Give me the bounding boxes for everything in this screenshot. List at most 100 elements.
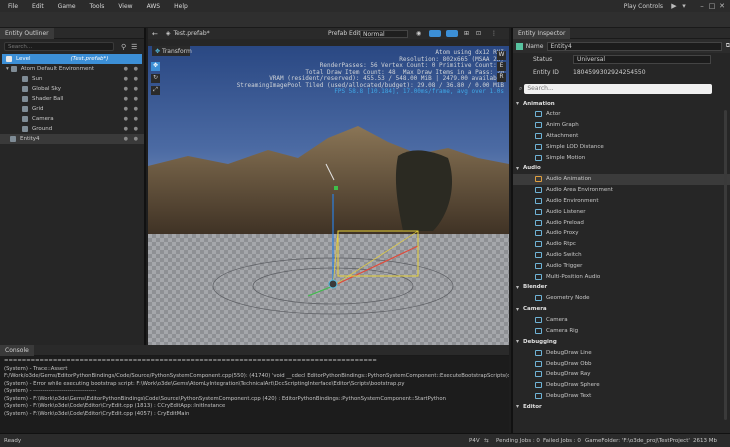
lock-icon[interactable]: ● — [134, 66, 138, 72]
world-space-button[interactable]: W — [497, 51, 506, 60]
toggle-icon-2[interactable] — [446, 30, 458, 37]
outliner-row-atom-default-environment[interactable]: ▾ Atom Default Environment ● ● — [0, 64, 144, 74]
outliner-row-shader-ball[interactable]: Shader Ball ● ● — [0, 94, 144, 104]
component-audio-rtpc[interactable]: Audio Rtpc — [513, 239, 730, 250]
component-camera[interactable]: Camera — [513, 315, 730, 326]
name-input[interactable]: Entity4 — [547, 41, 722, 51]
component-anim-graph[interactable]: Anim Graph — [513, 120, 730, 131]
visibility-icon[interactable]: ● — [124, 126, 128, 132]
outliner-row-sun[interactable]: Sun ● ● — [0, 74, 144, 84]
play-icon[interactable]: ▶ — [669, 1, 679, 11]
visibility-icon[interactable]: ● — [124, 136, 128, 142]
outliner-options-icon[interactable]: ☰ — [131, 43, 137, 51]
camera-icon[interactable]: ◉ — [416, 30, 421, 37]
filter-icon[interactable]: ⚲ — [121, 43, 126, 51]
outliner-row-entity4[interactable]: Entity4 ● ● — [0, 134, 144, 144]
toggle-icon-1[interactable] — [429, 30, 441, 37]
lock-icon[interactable]: ● — [134, 136, 138, 142]
component-geometry-node[interactable]: Geometry Node — [513, 293, 730, 304]
viewport-3d-scene[interactable]: Atom using dx12 RHI Resolution: 802x665 … — [148, 46, 509, 345]
category-editor[interactable]: Editor — [513, 401, 730, 412]
reset-button[interactable]: R — [497, 73, 506, 82]
p4v-status[interactable]: P4V — [469, 438, 480, 444]
outliner-row-global-sky[interactable]: Global Sky ● ● — [0, 84, 144, 94]
component-icon — [535, 187, 542, 194]
component-search-input[interactable]: Search... — [524, 84, 713, 94]
transform-mode-button[interactable]: ✥ Transform — [152, 46, 192, 56]
viewport-options-icon[interactable]: ⋮ — [491, 30, 497, 37]
menu-help[interactable]: Help — [174, 3, 188, 10]
component-audio-preload[interactable]: Audio Preload — [513, 217, 730, 228]
entity-space-button[interactable]: E — [497, 62, 506, 71]
pending-jobs[interactable]: Pending Jobs : 0 — [496, 438, 540, 444]
menu-aws[interactable]: AWS — [147, 3, 161, 10]
component-audio-animation[interactable]: Audio Animation — [513, 173, 730, 185]
menu-file[interactable]: File — [8, 3, 18, 10]
component-audio-switch[interactable]: Audio Switch — [513, 250, 730, 261]
status-select[interactable]: Universal — [573, 55, 711, 64]
entity-outliner-title[interactable]: Entity Outliner — [0, 27, 54, 39]
component-multi-position-audio[interactable]: Multi-Position Audio — [513, 271, 730, 282]
lock-icon[interactable]: ● — [134, 106, 138, 112]
component-list-scrollbar[interactable] — [724, 110, 727, 420]
back-arrow-icon[interactable]: ← — [152, 30, 158, 38]
category-animation[interactable]: Animation — [513, 98, 730, 109]
component-simple-lod-distance[interactable]: Simple LOD Distance — [513, 141, 730, 152]
menu-game[interactable]: Game — [58, 3, 76, 10]
component-debugdraw-ray[interactable]: DebugDraw Ray — [513, 369, 730, 380]
outliner-row-label: Atom Default Environment — [20, 66, 95, 72]
visibility-icon[interactable]: ● — [124, 86, 128, 92]
expand-arrow-icon[interactable]: ▾ — [6, 66, 9, 72]
visibility-icon[interactable]: ● — [124, 66, 128, 72]
visibility-icon[interactable]: ● — [124, 96, 128, 102]
component-debugdraw-obb[interactable]: DebugDraw Obb — [513, 358, 730, 369]
category-debugging[interactable]: Debugging — [513, 336, 730, 347]
snap-icon[interactable]: ⊡ — [476, 30, 481, 37]
category-camera[interactable]: Camera — [513, 304, 730, 315]
lock-icon[interactable]: ● — [134, 96, 138, 102]
prefab-edit-select[interactable]: Normal — [360, 29, 408, 38]
component-audio-proxy[interactable]: Audio Proxy — [513, 228, 730, 239]
pin-icon[interactable]: ⧉ — [726, 42, 730, 50]
component-simple-motion[interactable]: Simple Motion — [513, 152, 730, 163]
lock-icon[interactable]: ● — [134, 126, 138, 132]
component-audio-listener[interactable]: Audio Listener — [513, 206, 730, 217]
outliner-search-input[interactable]: Search... — [4, 42, 114, 51]
menu-view[interactable]: View — [118, 3, 132, 10]
component-debugdraw-line[interactable]: DebugDraw Line — [513, 347, 730, 358]
visibility-icon[interactable]: ● — [124, 106, 128, 112]
lock-icon[interactable]: ● — [134, 76, 138, 82]
lock-icon[interactable]: ● — [134, 86, 138, 92]
viewport-tab-label[interactable]: Test.prefab* — [174, 30, 210, 37]
menu-edit[interactable]: Edit — [32, 3, 44, 10]
visibility-icon[interactable]: ● — [124, 116, 128, 122]
component-audio-trigger[interactable]: Audio Trigger — [513, 260, 730, 271]
component-attachment[interactable]: Attachment — [513, 131, 730, 142]
category-blender[interactable]: Blender — [513, 282, 730, 293]
visibility-icon[interactable]: ● — [124, 76, 128, 82]
component-audio-environment[interactable]: Audio Environment — [513, 196, 730, 207]
outliner-row-grid[interactable]: Grid ● ● — [0, 104, 144, 114]
category-audio[interactable]: Audio — [513, 163, 730, 174]
component-actor[interactable]: Actor — [513, 109, 730, 120]
level-row[interactable]: Level (Test.prefab*) — [2, 54, 142, 64]
component-camera-rig[interactable]: Camera Rig — [513, 326, 730, 337]
menu-tools[interactable]: Tools — [90, 3, 105, 10]
rotate-tool-icon[interactable]: ↻ — [151, 74, 160, 83]
failed-jobs[interactable]: Failed Jobs : 0 — [543, 438, 581, 444]
entity-inspector-title[interactable]: Entity Inspector — [513, 27, 571, 39]
component-debugdraw-text[interactable]: DebugDraw Text — [513, 391, 730, 402]
play-options-icon[interactable]: ▾ — [679, 1, 689, 11]
move-tool-icon[interactable]: ✥ — [151, 62, 160, 71]
component-debugdraw-sphere[interactable]: DebugDraw Sphere — [513, 380, 730, 391]
close-icon[interactable]: ✕ — [717, 1, 727, 11]
scale-tool-icon[interactable]: ⤢ — [151, 86, 160, 95]
outliner-row-ground[interactable]: Ground ● ● — [0, 124, 144, 134]
grid-icon[interactable]: ⊞ — [464, 30, 469, 37]
maximize-icon[interactable]: □ — [707, 1, 717, 11]
component-audio-area-environment[interactable]: Audio Area Environment — [513, 185, 730, 196]
lock-icon[interactable]: ● — [134, 116, 138, 122]
minimize-icon[interactable]: – — [697, 1, 707, 11]
console-title[interactable]: Console — [0, 344, 34, 356]
outliner-row-camera[interactable]: Camera ● ● — [0, 114, 144, 124]
